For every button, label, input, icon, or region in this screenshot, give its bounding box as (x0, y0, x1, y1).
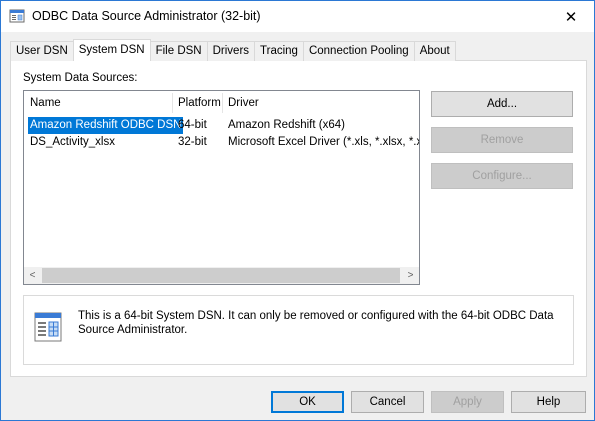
odbc-admin-window: ODBC Data Source Administrator (32-bit) … (0, 0, 595, 421)
tab-drivers[interactable]: Drivers (206, 41, 256, 61)
remove-button[interactable]: Remove (431, 127, 573, 153)
system-data-sources-label: System Data Sources: (23, 72, 138, 84)
apply-button[interactable]: Apply (431, 391, 504, 413)
list-item[interactable]: Amazon Redshift ODBC DSN 64-bit Amazon R… (24, 117, 419, 134)
system-dsn-list[interactable]: Name Platform Driver Amazon Redshift ODB… (23, 90, 420, 285)
column-header-platform[interactable]: Platform (172, 91, 222, 115)
tab-user-dsn[interactable]: User DSN (10, 41, 74, 61)
list-header: Name Platform Driver (24, 91, 419, 115)
scrollbar-thumb[interactable] (42, 268, 400, 283)
data-source-icon (34, 312, 62, 342)
configure-button[interactable]: Configure... (431, 163, 573, 189)
tab-system-dsn[interactable]: System DSN (72, 39, 151, 61)
tab-tracing[interactable]: Tracing (254, 41, 304, 61)
column-header-driver[interactable]: Driver (222, 91, 419, 115)
cancel-button[interactable]: Cancel (351, 391, 424, 413)
help-button[interactable]: Help (511, 391, 586, 413)
window-title: ODBC Data Source Administrator (32-bit) (32, 9, 261, 23)
horizontal-scrollbar[interactable]: < > (24, 267, 419, 284)
dsn-name: DS_Activity_xlsx (30, 136, 115, 148)
dsn-driver: Amazon Redshift (x64) (228, 119, 345, 131)
dsn-driver: Microsoft Excel Driver (*.xls, *.xlsx, *… (228, 136, 419, 148)
close-icon: ✕ (564, 8, 578, 26)
scroll-right-button[interactable]: > (402, 267, 419, 284)
info-panel: This is a 64-bit System DSN. It can only… (23, 295, 574, 365)
info-description: This is a 64-bit System DSN. It can only… (78, 310, 554, 336)
odbc-app-icon (9, 9, 25, 23)
tab-about[interactable]: About (413, 41, 456, 61)
ok-button[interactable]: OK (271, 391, 344, 413)
dsn-platform: 64-bit (178, 119, 207, 131)
dsn-platform: 32-bit (178, 136, 207, 148)
tab-strip: User DSN System DSN File DSN Drivers Tra… (10, 39, 456, 61)
list-item[interactable]: DS_Activity_xlsx 32-bit Microsoft Excel … (24, 134, 419, 151)
add-button[interactable]: Add... (431, 91, 573, 117)
dsn-name: Amazon Redshift ODBC DSN (28, 117, 184, 134)
column-header-name[interactable]: Name (24, 91, 172, 115)
close-button[interactable]: ✕ (548, 1, 594, 32)
title-bar[interactable]: ODBC Data Source Administrator (32-bit) … (1, 1, 594, 32)
tab-connection-pooling[interactable]: Connection Pooling (302, 41, 415, 61)
tab-file-dsn[interactable]: File DSN (149, 41, 208, 61)
chevron-right-icon: > (407, 270, 414, 281)
scroll-left-button[interactable]: < (24, 267, 41, 284)
chevron-left-icon: < (29, 270, 36, 281)
